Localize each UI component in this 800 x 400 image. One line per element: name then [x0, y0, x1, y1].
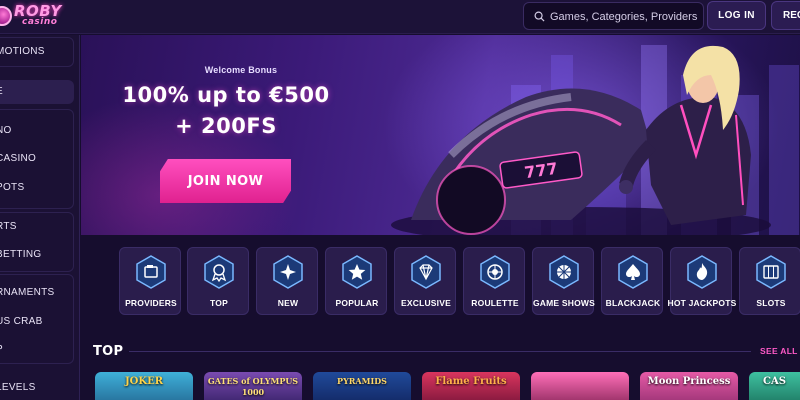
game-card[interactable]: GATES of OLYMPUS 1000 [204, 372, 302, 400]
welcome-bonus-label: Welcome Bonus [204, 65, 278, 75]
logo-mark-icon [0, 6, 12, 26]
diamond-icon [411, 255, 441, 289]
sidebar-item-tournaments[interactable]: RNAMENTS [0, 281, 74, 305]
game-card[interactable] [531, 372, 629, 400]
category-label: BLACKJACK [605, 298, 661, 308]
spade-icon [618, 255, 648, 289]
search-icon [534, 11, 545, 22]
sidebar-item-jackpots[interactable]: POTS [0, 176, 74, 200]
see-all-link[interactable]: SEE ALL [760, 346, 798, 356]
star-icon [342, 255, 372, 289]
join-now-button[interactable]: JOIN NOW [160, 159, 291, 203]
game-card[interactable]: Flame Fruits [422, 372, 520, 400]
game-title: CAS [763, 376, 786, 387]
game-card[interactable]: CAS [749, 372, 800, 400]
flame-icon [687, 255, 717, 289]
category-blackjack[interactable]: BLACKJACK [601, 247, 663, 315]
category-top[interactable]: TOP [187, 247, 249, 315]
game-title: Moon Princess [647, 376, 731, 387]
sidebar-item-home[interactable]: E [0, 80, 74, 104]
game-title: GATES of OLYMPUS 1000 [207, 376, 299, 397]
medal-icon [204, 255, 234, 289]
top-games-row: JOKER GATES of OLYMPUS 1000 PYRAMIDS Fla… [95, 372, 800, 400]
welcome-bonus-banner[interactable]: Welcome Bonus 100% up to €500 + 200FS JO… [81, 35, 800, 235]
sidebar: MOTIONS E NO CASINO POTS RTS BETTING RNA… [0, 35, 80, 400]
category-label: SLOTS [756, 298, 786, 308]
logo-text-casino: casino [22, 17, 58, 27]
category-label: TOP [210, 298, 228, 308]
register-button[interactable]: REG [771, 1, 800, 30]
game-title: PYRAMIDS [337, 376, 387, 386]
category-new[interactable]: NEW [256, 247, 318, 315]
category-label: ROULETTE [471, 298, 519, 308]
category-hot-jackpots[interactable]: HOT JACKPOTS [668, 247, 736, 315]
category-roulette[interactable]: ROULETTE [463, 247, 525, 315]
category-providers[interactable]: PROVIDERS [119, 247, 181, 315]
biker-girl-illustration: 777 [391, 45, 771, 235]
search-box[interactable] [523, 2, 704, 30]
sidebar-item-levels[interactable]: LEVELS [0, 376, 74, 400]
sidebar-item-live-casino[interactable]: CASINO [0, 147, 74, 171]
category-label: PROVIDERS [125, 298, 177, 308]
top-section-title: TOP [93, 344, 124, 359]
wheel-icon [549, 255, 579, 289]
game-card[interactable]: JOKER [95, 372, 193, 400]
providers-icon [136, 255, 166, 289]
category-label: GAME SHOWS [533, 298, 595, 308]
roby-casino-logo[interactable]: ROBY casino [0, 1, 72, 31]
category-label: HOT JACKPOTS [667, 298, 737, 308]
sidebar-item-live-betting[interactable]: BETTING [0, 243, 74, 267]
sidebar-item-vip[interactable]: P [0, 338, 74, 362]
category-label: EXCLUSIVE [401, 298, 451, 308]
sidebar-item-promotions[interactable]: MOTIONS [0, 40, 74, 64]
login-button[interactable]: LOG IN [707, 1, 766, 30]
game-title: JOKER [124, 376, 164, 387]
slots-icon [756, 255, 786, 289]
top-header: ROBY casino LOG IN REG [0, 0, 800, 34]
category-slots[interactable]: SLOTS [739, 247, 800, 315]
category-tiles: PROVIDERS TOP NEW POPULAR EXCLUSIVE ROUL… [81, 236, 800, 336]
bonus-free-spins: + 200FS [175, 114, 277, 138]
category-label: POPULAR [335, 298, 379, 308]
sidebar-item-casino[interactable]: NO [0, 119, 74, 143]
bonus-headline: 100% up to €500 [122, 83, 330, 107]
category-popular[interactable]: POPULAR [325, 247, 387, 315]
game-card[interactable]: Moon Princess [640, 372, 738, 400]
sparkle-icon [273, 255, 303, 289]
category-exclusive[interactable]: EXCLUSIVE [394, 247, 456, 315]
search-input[interactable] [550, 9, 700, 25]
roulette-icon [480, 255, 510, 289]
game-card[interactable]: PYRAMIDS [313, 372, 411, 400]
sidebar-item-sports[interactable]: RTS [0, 215, 74, 239]
sidebar-item-bonus-crab[interactable]: US CRAB [0, 310, 74, 334]
game-title: Flame Fruits [435, 376, 507, 387]
category-label: NEW [277, 298, 299, 308]
category-game-shows[interactable]: GAME SHOWS [532, 247, 595, 315]
section-divider [129, 351, 751, 352]
